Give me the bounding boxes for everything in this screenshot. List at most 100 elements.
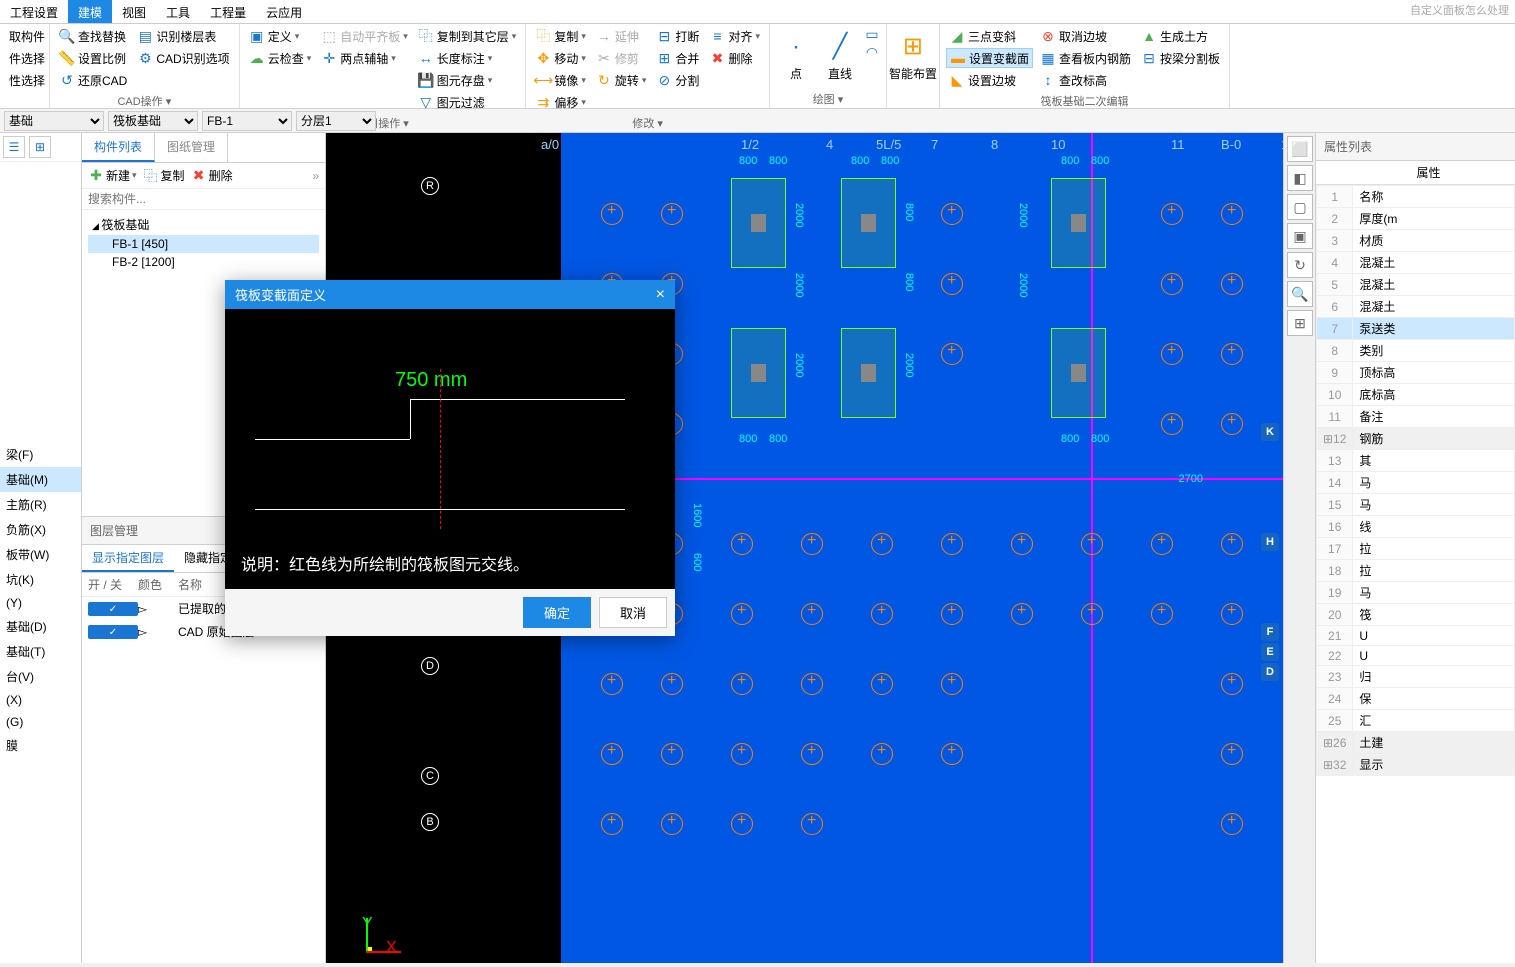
pile[interactable] bbox=[731, 533, 753, 555]
pile[interactable] bbox=[871, 673, 893, 695]
pile[interactable] bbox=[871, 743, 893, 765]
prop-row[interactable]: 9顶标高 bbox=[1317, 362, 1515, 384]
menu-view[interactable]: 视图 bbox=[112, 0, 156, 23]
save-elem[interactable]: 💾图元存盘 bbox=[415, 70, 520, 90]
define-btn[interactable]: ▣定义 bbox=[246, 26, 315, 46]
rotate-btn[interactable]: ↻旋转 bbox=[593, 70, 650, 90]
cad-options[interactable]: ⚙CAD识别选项 bbox=[134, 48, 232, 68]
pile[interactable] bbox=[731, 673, 753, 695]
cat-main-rebar[interactable]: 主筋(R) bbox=[0, 492, 81, 517]
cat-beam[interactable]: 梁(F) bbox=[0, 442, 81, 467]
column-2[interactable] bbox=[841, 178, 896, 268]
floor-select[interactable]: 基础 bbox=[4, 111, 104, 131]
prop-row[interactable]: 21U bbox=[1317, 626, 1515, 646]
prop-row[interactable]: ⊞26土建 bbox=[1317, 732, 1515, 754]
pile[interactable] bbox=[1161, 203, 1183, 225]
layout-list-icon[interactable]: ☰ bbox=[3, 136, 25, 158]
prop-row[interactable]: 11备注 bbox=[1317, 406, 1515, 428]
column-6[interactable] bbox=[1051, 328, 1106, 418]
copy-floor[interactable]: ⿻复制到其它层 bbox=[415, 26, 520, 46]
prop-row[interactable]: 19马 bbox=[1317, 582, 1515, 604]
cat-found-t[interactable]: 基础(T) bbox=[0, 639, 81, 664]
layer-check-1[interactable]: ✓ bbox=[88, 602, 138, 616]
cloud-check[interactable]: ☁云检查 bbox=[246, 48, 315, 68]
ok-button[interactable]: 确定 bbox=[523, 597, 591, 628]
new-component[interactable]: ✚新建 bbox=[88, 167, 137, 184]
pile[interactable] bbox=[801, 673, 823, 695]
view-rotate-icon[interactable]: ↻ bbox=[1287, 252, 1313, 278]
column-3[interactable] bbox=[1051, 178, 1106, 268]
pile[interactable] bbox=[1221, 743, 1243, 765]
edit-elev[interactable]: ↕查改标高 bbox=[1037, 70, 1134, 90]
pile[interactable] bbox=[601, 673, 623, 695]
pile[interactable] bbox=[661, 813, 683, 835]
prop-row[interactable]: 1名称 bbox=[1317, 186, 1515, 208]
layer-check-2[interactable]: ✓ bbox=[88, 625, 138, 639]
prop-row[interactable]: 7泵送类 bbox=[1317, 318, 1515, 340]
prop-row[interactable]: 8类别 bbox=[1317, 340, 1515, 362]
length-dim[interactable]: ↔长度标注 bbox=[415, 48, 520, 68]
rg-draw[interactable]: 绘图 ▾ bbox=[770, 90, 886, 108]
prop-row[interactable]: ⊞12钢筋 bbox=[1317, 428, 1515, 450]
pile[interactable] bbox=[941, 603, 963, 625]
pile[interactable] bbox=[1011, 533, 1033, 555]
pile[interactable] bbox=[1221, 203, 1243, 225]
pile[interactable] bbox=[1221, 813, 1243, 835]
rg-cad[interactable]: CAD操作 ▾ bbox=[50, 92, 239, 110]
arc-icon[interactable]: ◠ bbox=[864, 44, 880, 60]
pile[interactable] bbox=[801, 743, 823, 765]
cat-pit[interactable]: 坑(K) bbox=[0, 567, 81, 592]
pile[interactable] bbox=[1161, 413, 1183, 435]
prop-row[interactable]: 16线 bbox=[1317, 516, 1515, 538]
layer-color-2[interactable]: ▻ bbox=[138, 625, 178, 639]
identify-floor[interactable]: ▤识别楼层表 bbox=[134, 26, 232, 46]
pile[interactable] bbox=[601, 813, 623, 835]
cat-membrane[interactable]: 膜 bbox=[0, 733, 81, 758]
view-zoom-icon[interactable]: 🔍 bbox=[1287, 281, 1313, 307]
cat-g[interactable]: (G) bbox=[0, 711, 81, 733]
prop-row[interactable]: 3材质 bbox=[1317, 230, 1515, 252]
pile[interactable] bbox=[1151, 603, 1173, 625]
pile[interactable] bbox=[1151, 533, 1173, 555]
mirror-btn[interactable]: ⟷镜像 bbox=[532, 70, 589, 90]
type-select[interactable]: 筏板基础 bbox=[108, 111, 198, 131]
cat-x[interactable]: (X) bbox=[0, 689, 81, 711]
pile[interactable] bbox=[1221, 413, 1243, 435]
split-by-beam[interactable]: ⊟按梁分割板 bbox=[1138, 48, 1223, 68]
delete-component[interactable]: ✖删除 bbox=[191, 167, 233, 184]
restore-cad[interactable]: ↺还原CAD bbox=[56, 70, 130, 90]
gen-earth[interactable]: ▲生成土方 bbox=[1138, 26, 1223, 46]
pile[interactable] bbox=[731, 743, 753, 765]
menu-cloud[interactable]: 云应用 bbox=[256, 0, 312, 23]
show-layers-tab[interactable]: 显示指定图层 bbox=[82, 545, 174, 572]
prop-row[interactable]: 14马 bbox=[1317, 472, 1515, 494]
prop-row[interactable]: 10底标高 bbox=[1317, 384, 1515, 406]
tab-drawing-mgmt[interactable]: 图纸管理 bbox=[155, 133, 228, 162]
column-4[interactable] bbox=[731, 328, 786, 418]
point-tool[interactable]: ·点 bbox=[776, 26, 816, 86]
pile[interactable] bbox=[941, 203, 963, 225]
copy-component[interactable]: ⿻复制 bbox=[143, 167, 185, 184]
set-scale[interactable]: 📏设置比例 bbox=[56, 48, 130, 68]
tree-fb1[interactable]: FB-1 [450] bbox=[88, 235, 319, 253]
panel-more[interactable]: » bbox=[312, 169, 319, 183]
pile[interactable] bbox=[731, 603, 753, 625]
rg-modify[interactable]: 修改 ▾ bbox=[526, 114, 769, 132]
pile[interactable] bbox=[1011, 603, 1033, 625]
prop-select[interactable]: 性选择 bbox=[6, 70, 48, 90]
cat-found-d[interactable]: 基础(D) bbox=[0, 614, 81, 639]
prop-row[interactable]: ⊞32显示 bbox=[1317, 754, 1515, 776]
element-select[interactable]: 件选择 bbox=[6, 48, 48, 68]
prop-row[interactable]: 13其 bbox=[1317, 450, 1515, 472]
pile[interactable] bbox=[801, 603, 823, 625]
tree-fb2[interactable]: FB-2 [1200] bbox=[88, 253, 319, 271]
menu-quantity[interactable]: 工程量 bbox=[200, 0, 256, 23]
pile[interactable] bbox=[801, 813, 823, 835]
pile[interactable] bbox=[601, 743, 623, 765]
component-select[interactable]: FB-1 bbox=[202, 111, 292, 131]
prop-row[interactable]: 17拉 bbox=[1317, 538, 1515, 560]
smart-layout[interactable]: ⊞智能布置 bbox=[893, 26, 933, 86]
pick-component[interactable]: 取构件 bbox=[6, 26, 48, 46]
layer-color-1[interactable]: ▻ bbox=[138, 602, 178, 616]
filter-elem[interactable]: ▽图元过滤 bbox=[415, 92, 520, 112]
